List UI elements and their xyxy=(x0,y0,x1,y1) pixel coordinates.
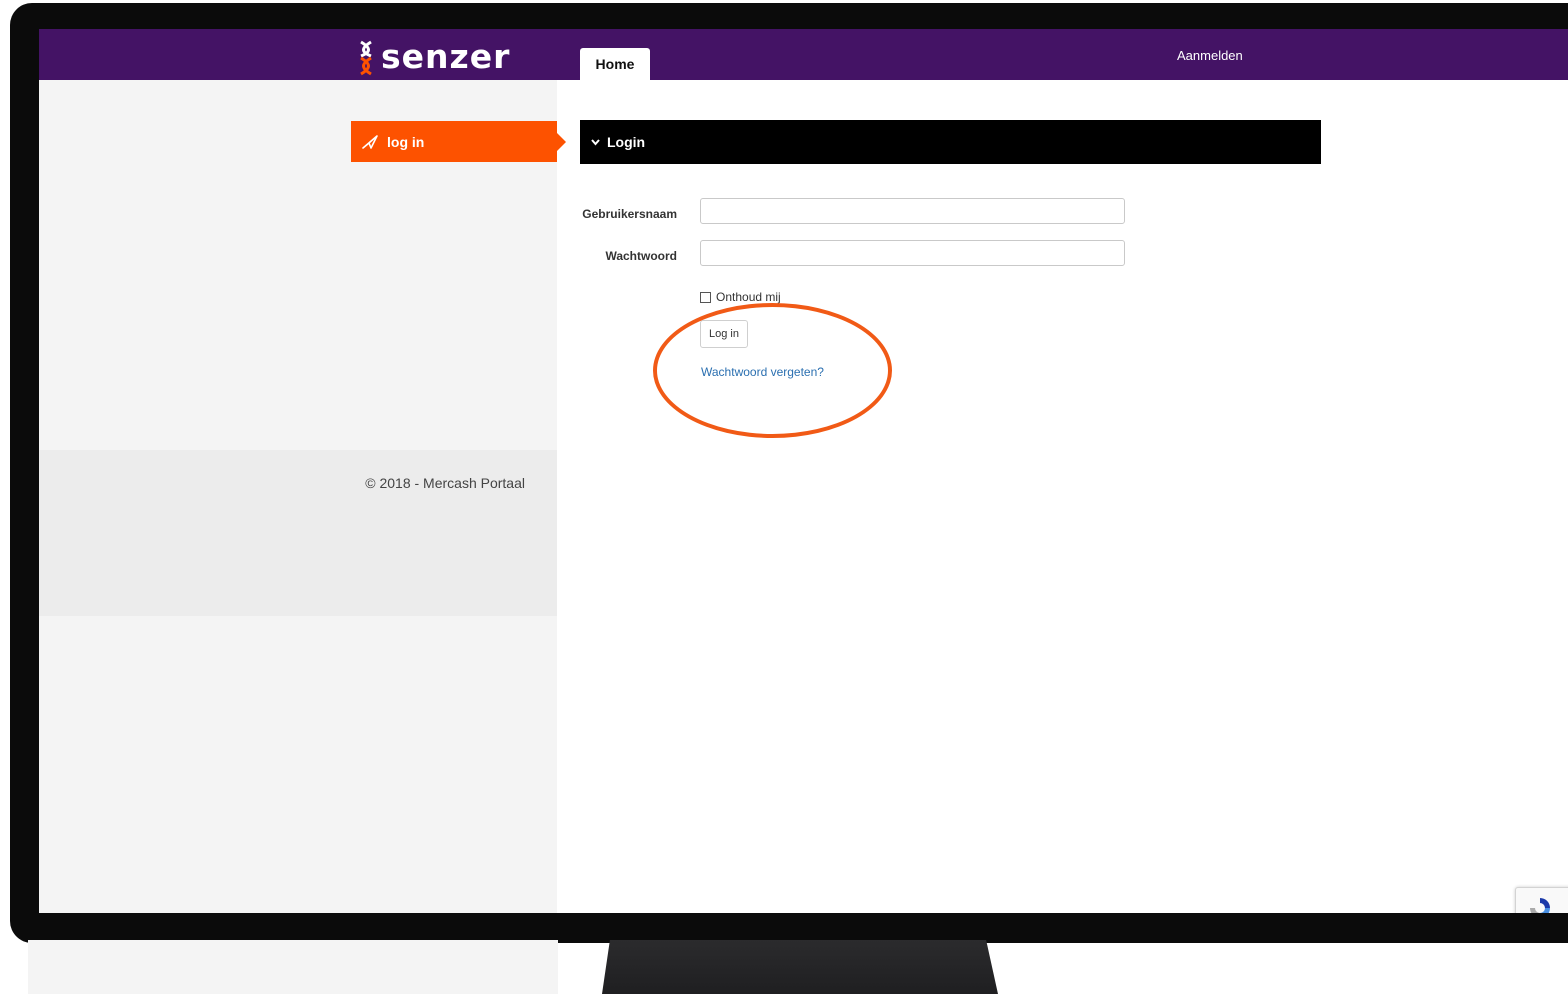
password-field[interactable] xyxy=(700,240,1125,266)
sidebar-item-login[interactable]: log in xyxy=(351,121,566,162)
chevron-down-icon xyxy=(591,138,600,146)
login-panel-header[interactable]: Login xyxy=(580,120,1321,164)
username-field[interactable] xyxy=(700,198,1125,224)
paper-plane-icon xyxy=(362,134,378,149)
dna-icon xyxy=(360,40,372,76)
sidebar-footer: © 2018 - Mercash Portaal xyxy=(39,450,557,616)
login-button[interactable]: Log in xyxy=(700,320,748,348)
monitor-stand xyxy=(602,940,998,994)
left-sidebar: © 2018 - Mercash Portaal xyxy=(39,80,557,913)
password-label: Wachtwoord xyxy=(605,249,677,263)
top-navigation-bar: senzer Home Aanmelden xyxy=(39,29,1568,80)
senzer-logo[interactable]: senzer xyxy=(357,37,510,77)
forgot-password-link[interactable]: Wachtwoord vergeten? xyxy=(701,365,824,379)
browser-screen: senzer Home Aanmelden © 2018 - Mercash P… xyxy=(39,29,1568,913)
username-label: Gebruikersnaam xyxy=(582,207,677,221)
remember-me-checkbox[interactable]: Onthoud mij xyxy=(700,290,781,304)
recaptcha-icon xyxy=(1528,896,1552,913)
logo-text: senzer xyxy=(381,37,511,76)
recaptcha-badge[interactable] xyxy=(1515,887,1568,913)
remember-me-label: Onthoud mij xyxy=(716,290,781,304)
panel-title: Login xyxy=(607,134,646,150)
tab-home[interactable]: Home xyxy=(580,48,650,80)
checkbox-box[interactable] xyxy=(700,291,711,303)
register-link[interactable]: Aanmelden xyxy=(1177,48,1243,63)
sidebar-item-label: log in xyxy=(387,133,425,150)
copyright-text: © 2018 - Mercash Portaal xyxy=(365,475,525,491)
background-strip xyxy=(28,940,558,994)
